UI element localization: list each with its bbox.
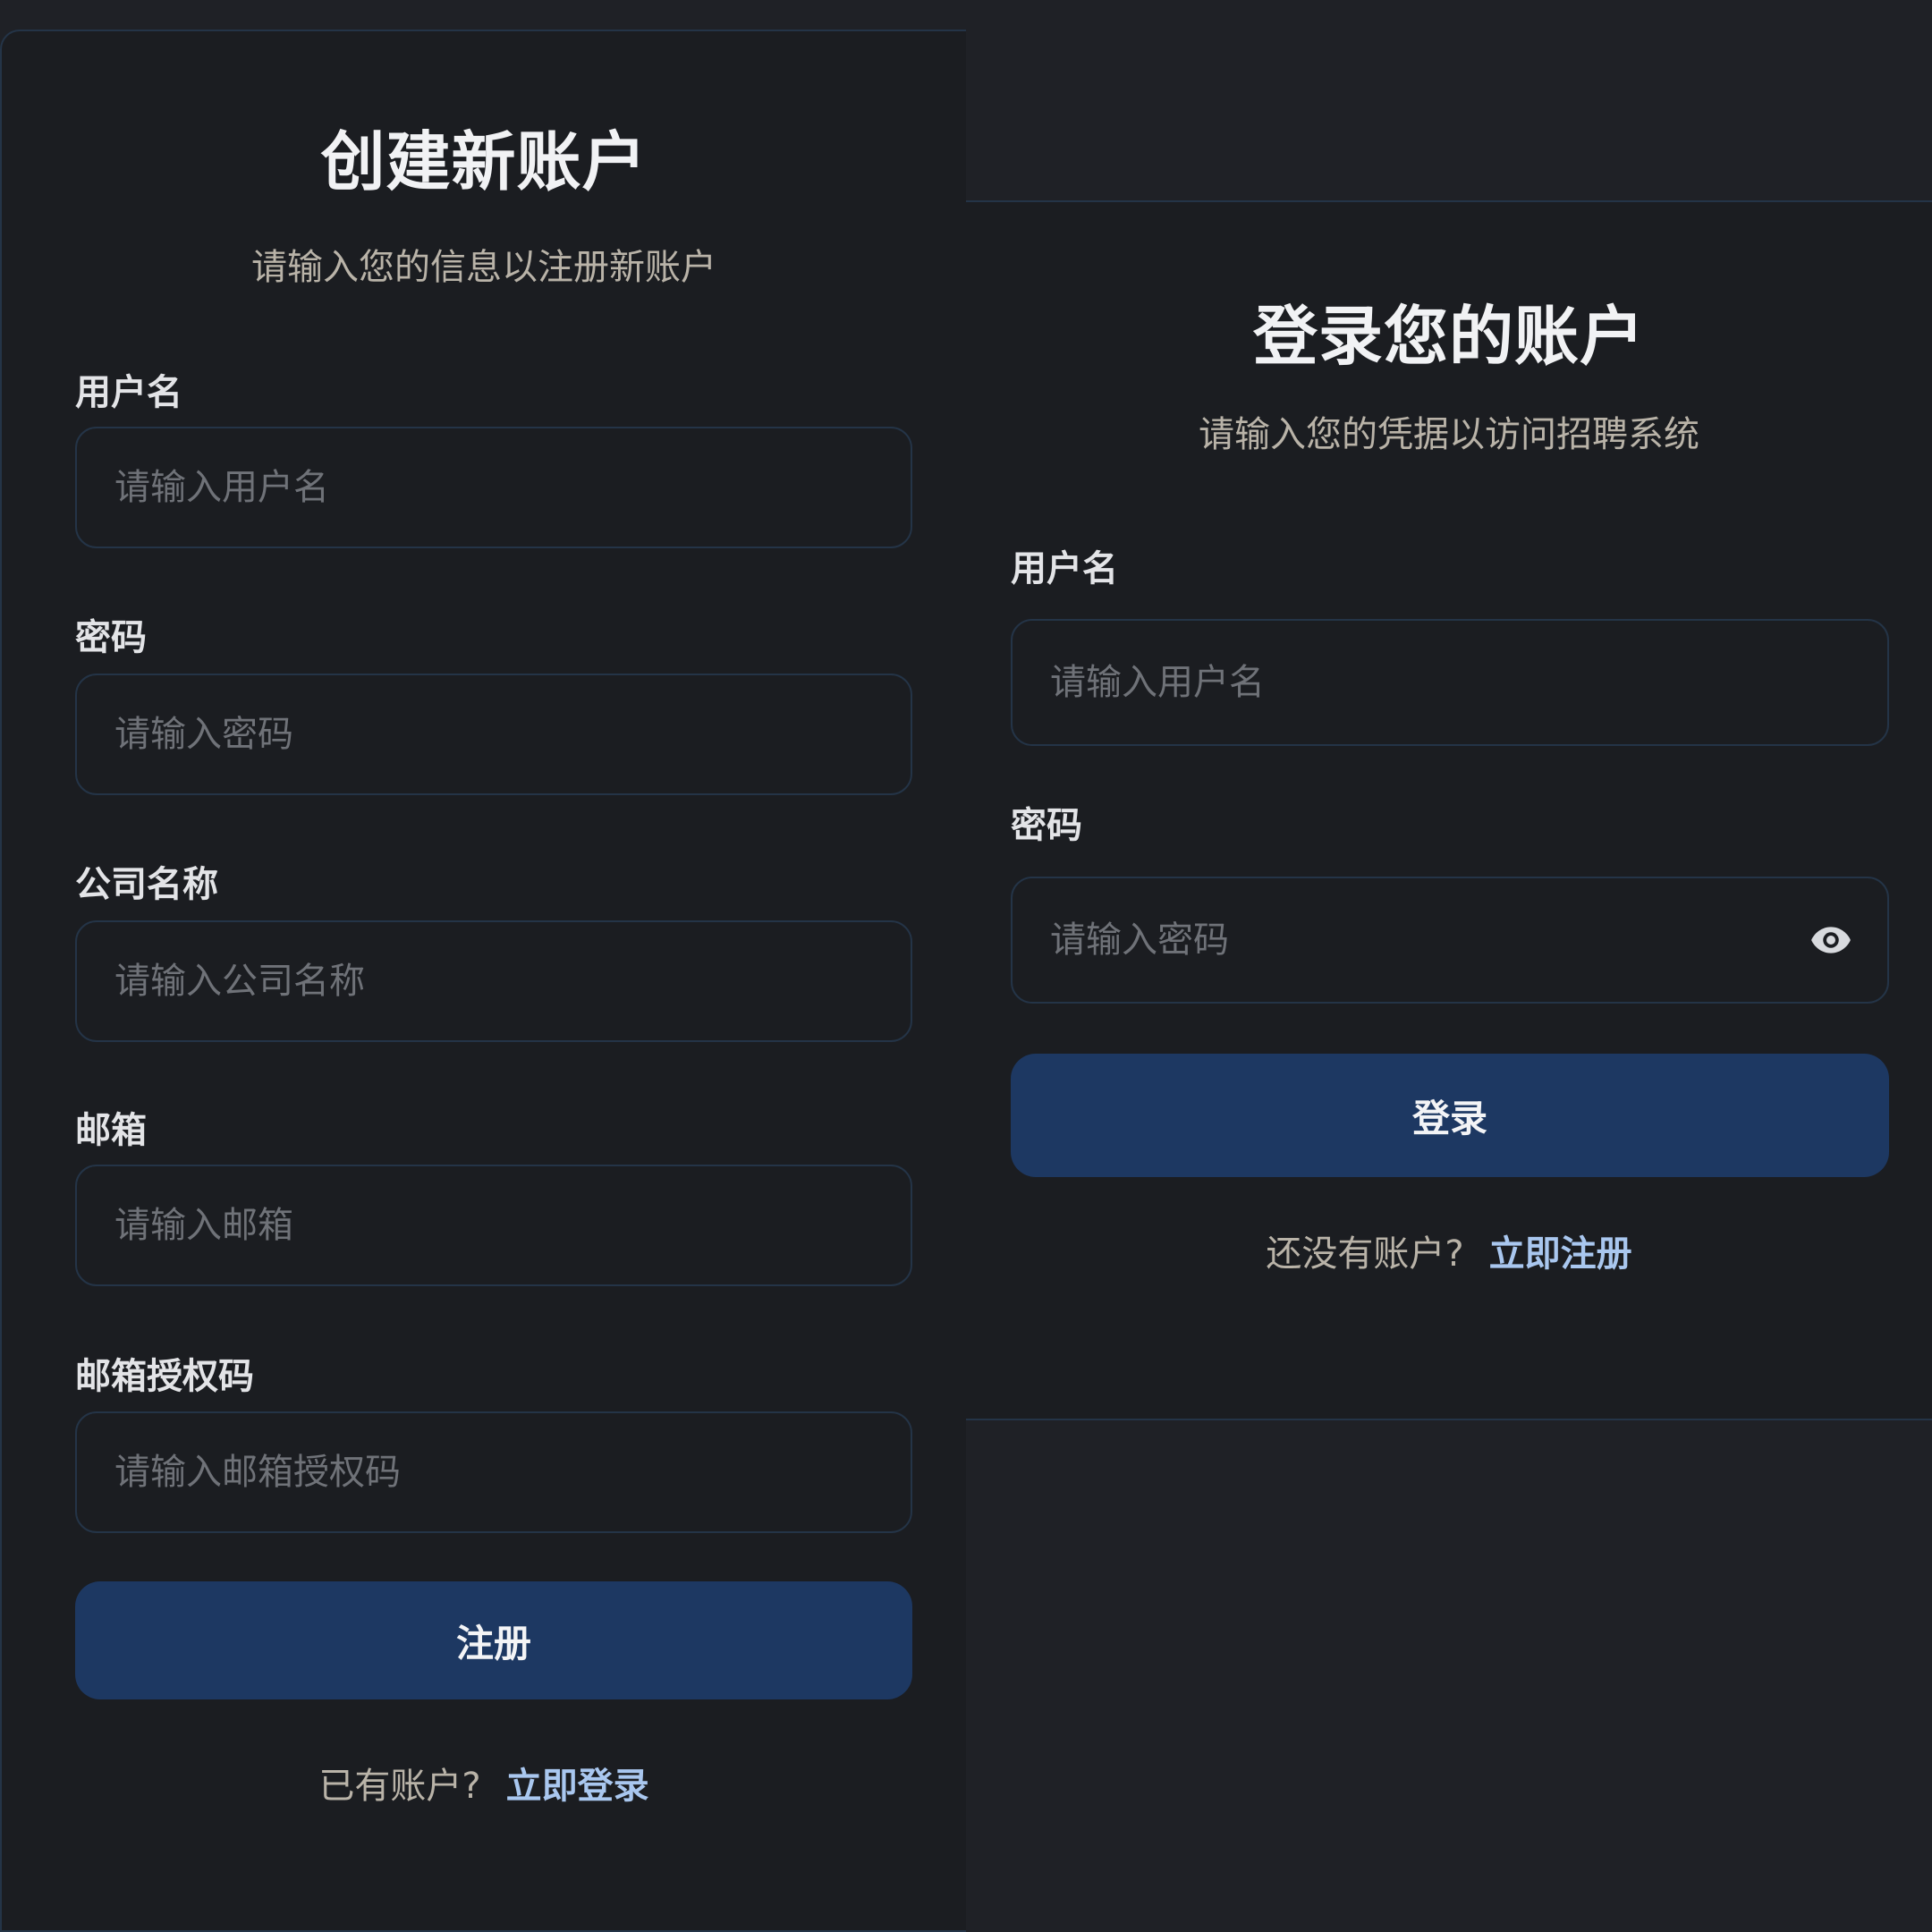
login-footer: 还没有账户? 立即注册 [966,1236,1932,1272]
register-password-label: 密码 [75,617,147,658]
auth-screen: 创建新账户 请输入您的信息以注册新账户 用户名 密码 公司名称 邮箱 邮箱授权码… [0,0,1932,1932]
login-card: 登录您的账户 请输入您的凭据以访问招聘系统 用户名 密码 登录 还没有账户? 立即… [966,200,1932,1420]
register-email-input[interactable] [77,1166,911,1284]
login-username-field[interactable] [1011,619,1889,746]
register-username-field[interactable] [75,427,912,548]
register-footer: 已有账户? 立即登录 [2,1768,966,1804]
login-password-label: 密码 [1011,805,1082,846]
register-button[interactable]: 注册 [75,1581,912,1699]
login-subtitle: 请输入您的凭据以访问招聘系统 [1199,414,1699,455]
register-link[interactable]: 立即注册 [1489,1233,1632,1275]
register-company-input[interactable] [77,922,911,1040]
register-auth-code-label: 邮箱授权码 [75,1356,254,1397]
register-password-field[interactable] [75,674,912,795]
login-username-input[interactable] [1013,621,1887,744]
login-password-input[interactable] [1013,878,1887,1002]
register-company-field[interactable] [75,920,912,1042]
register-footer-text: 已有账户? [318,1766,481,1807]
register-password-input[interactable] [77,675,911,793]
register-email-field[interactable] [75,1165,912,1286]
login-username-label: 用户名 [1011,548,1118,589]
register-title: 创建新账户 [320,124,648,199]
register-subtitle: 请输入您的信息以注册新账户 [251,247,716,288]
login-title: 登录您的账户 [1252,299,1645,374]
register-company-label: 公司名称 [75,864,218,905]
login-button[interactable]: 登录 [1011,1054,1889,1177]
login-password-field[interactable] [1011,877,1889,1004]
register-auth-code-input[interactable] [77,1413,911,1531]
login-link[interactable]: 立即登录 [506,1766,649,1807]
register-username-label: 用户名 [75,372,182,413]
register-card: 创建新账户 请输入您的信息以注册新账户 用户名 密码 公司名称 邮箱 邮箱授权码… [0,30,966,1932]
register-auth-code-field[interactable] [75,1411,912,1533]
register-username-input[interactable] [77,428,911,547]
eye-icon[interactable] [1807,916,1855,964]
login-footer-text: 还没有账户? [1266,1233,1464,1275]
register-email-label: 邮箱 [75,1110,147,1151]
